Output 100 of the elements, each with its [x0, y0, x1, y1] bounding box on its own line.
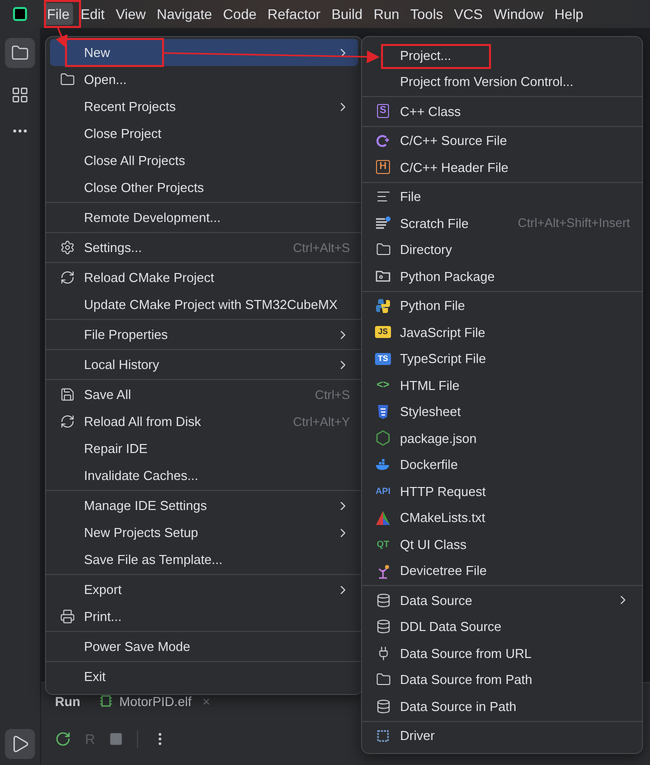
- menu-item[interactable]: Close Project: [50, 120, 358, 147]
- text-lines-icon: [375, 215, 391, 232]
- rerun-icon[interactable]: [55, 731, 71, 747]
- menu-item[interactable]: H C/C++ Header File: [366, 154, 638, 180]
- menu-title[interactable]: Navigate: [154, 3, 216, 25]
- grid-icon: [11, 86, 29, 104]
- annotation-frame: [44, 0, 81, 28]
- menu-item[interactable]: Close Other Projects: [50, 174, 358, 201]
- menu-item[interactable]: Data Source: [366, 587, 638, 614]
- folder-icon: [11, 44, 29, 62]
- menu-item[interactable]: Data Source from URL: [366, 640, 638, 666]
- database-icon: [376, 619, 390, 634]
- file-type-icon: H: [376, 160, 390, 174]
- file-type-icon: S: [376, 104, 390, 118]
- shortcut-text: Ctrl+Alt+Y: [293, 414, 350, 428]
- menu-title[interactable]: Help: [552, 3, 586, 25]
- menu-item[interactable]: QT Qt UI Class: [366, 531, 638, 558]
- menu-item[interactable]: JS JavaScript File: [366, 319, 638, 346]
- menu-item[interactable]: Manage IDE Settings: [50, 492, 358, 519]
- folder-icon: [376, 672, 390, 688]
- menu-item[interactable]: Project...: [366, 42, 638, 68]
- menu-item[interactable]: Settings... Ctrl+Alt+S: [50, 234, 358, 261]
- project-tool-button[interactable]: [5, 38, 35, 68]
- menu-item[interactable]: Data Source from Path: [366, 666, 638, 693]
- menu-item[interactable]: TS TypeScript File: [366, 346, 638, 372]
- stop-icon[interactable]: [109, 732, 124, 746]
- run-tool-button[interactable]: [5, 729, 35, 759]
- shortcut-text: Ctrl+Alt+S: [293, 240, 350, 254]
- menu-item[interactable]: Project from Version Control...: [366, 68, 638, 95]
- menu-item[interactable]: C/C++ Source File: [366, 128, 638, 154]
- menu-item[interactable]: API HTTP Request: [366, 478, 638, 504]
- run-tab[interactable]: MotorPID.elf ×: [98, 693, 210, 709]
- folder-icon: [60, 72, 74, 87]
- panel-title: Run: [55, 694, 80, 708]
- file-type-icon: API: [372, 484, 394, 498]
- menu-item[interactable]: Export: [50, 576, 358, 603]
- folder-icon: [376, 242, 390, 258]
- menu-title[interactable]: Code: [220, 3, 260, 25]
- file-type-icon: JS: [375, 326, 391, 338]
- menu-item[interactable]: Reload CMake Project: [50, 264, 358, 291]
- menu-item[interactable]: Stylesheet: [366, 398, 638, 425]
- menu-item[interactable]: New Projects Setup: [50, 519, 358, 546]
- snake-icon: [375, 298, 391, 314]
- menu-item[interactable]: Local History: [50, 351, 358, 378]
- menu-title[interactable]: Refactor: [264, 3, 324, 25]
- menu-item[interactable]: Reload All from Disk Ctrl+Alt+Y: [50, 408, 358, 435]
- triangle-icon: [375, 510, 391, 526]
- menu-item[interactable]: Exit: [50, 663, 358, 690]
- menu-item[interactable]: Power Save Mode: [50, 633, 358, 660]
- menu-item[interactable]: <> HTML File: [366, 372, 638, 398]
- text-lines-icon: [376, 189, 390, 204]
- menu-item[interactable]: Remote Development...: [50, 204, 358, 231]
- menu-item[interactable]: File Properties: [50, 321, 358, 348]
- menu-item[interactable]: Open...: [50, 66, 358, 93]
- refresh-icon: [60, 270, 74, 285]
- refresh-icon: [60, 414, 74, 429]
- menu-item[interactable]: Print...: [50, 603, 358, 630]
- menu-item[interactable]: File: [366, 184, 638, 210]
- menu-title[interactable]: Edit: [78, 3, 108, 25]
- shortcut-text: Ctrl+S: [314, 388, 350, 402]
- menu-title[interactable]: Run: [370, 3, 402, 25]
- menu-item[interactable]: Close All Projects: [50, 147, 358, 174]
- menu-title[interactable]: Tools: [407, 3, 446, 25]
- database-icon: [376, 698, 390, 714]
- menu-item[interactable]: Driver: [366, 722, 638, 749]
- menu-item[interactable]: Scratch File Ctrl+Alt+Shift+Insert: [366, 210, 638, 236]
- menu-item[interactable]: package.json: [366, 425, 638, 452]
- menu-title[interactable]: View: [112, 3, 149, 25]
- menu-item[interactable]: Update CMake Project with STM32CubeMX: [50, 291, 358, 318]
- menu-title[interactable]: Window: [490, 3, 547, 25]
- menu-item[interactable]: Dockerfile: [366, 452, 638, 478]
- menu-title[interactable]: Build: [328, 3, 366, 25]
- menu-item[interactable]: Save File as Template...: [50, 546, 358, 573]
- file-type-icon: <>: [374, 378, 392, 393]
- file-type-icon: QT: [374, 538, 392, 551]
- menu-item[interactable]: Directory: [366, 236, 638, 263]
- package-folder-icon: [375, 268, 391, 284]
- menu-item[interactable]: CMakeLists.txt: [366, 504, 638, 531]
- menu-item[interactable]: S C++ Class: [366, 98, 638, 124]
- file-type-icon: TS: [374, 352, 392, 365]
- c-plus-icon: [375, 132, 391, 149]
- menu-item[interactable]: DDL Data Source: [366, 614, 638, 640]
- menu-item[interactable]: Save All Ctrl+S: [50, 381, 358, 408]
- menu-item[interactable]: Data Source in Path: [366, 693, 638, 720]
- app-logo-icon: [12, 6, 28, 22]
- printer-icon: [60, 609, 74, 624]
- menu-item[interactable]: Recent Projects: [50, 93, 358, 120]
- menu-item[interactable]: New: [50, 39, 358, 66]
- hexagon-icon: [375, 430, 391, 446]
- menu-title[interactable]: VCS: [450, 3, 486, 25]
- menu-title[interactable]: File: [44, 3, 73, 25]
- menu-item[interactable]: Python File: [366, 292, 638, 319]
- shortcut-text: Ctrl+Alt+Shift+Insert: [518, 216, 630, 230]
- database-icon: [376, 592, 390, 608]
- menu-item[interactable]: Devicetree File: [366, 558, 638, 584]
- menu-item[interactable]: Invalidate Caches...: [50, 462, 358, 489]
- whale-icon: [375, 456, 391, 473]
- menu-item[interactable]: Repair IDE: [50, 435, 358, 462]
- menu-item[interactable]: Python Package: [366, 263, 638, 290]
- annotation-arrow: [56, 28, 68, 48]
